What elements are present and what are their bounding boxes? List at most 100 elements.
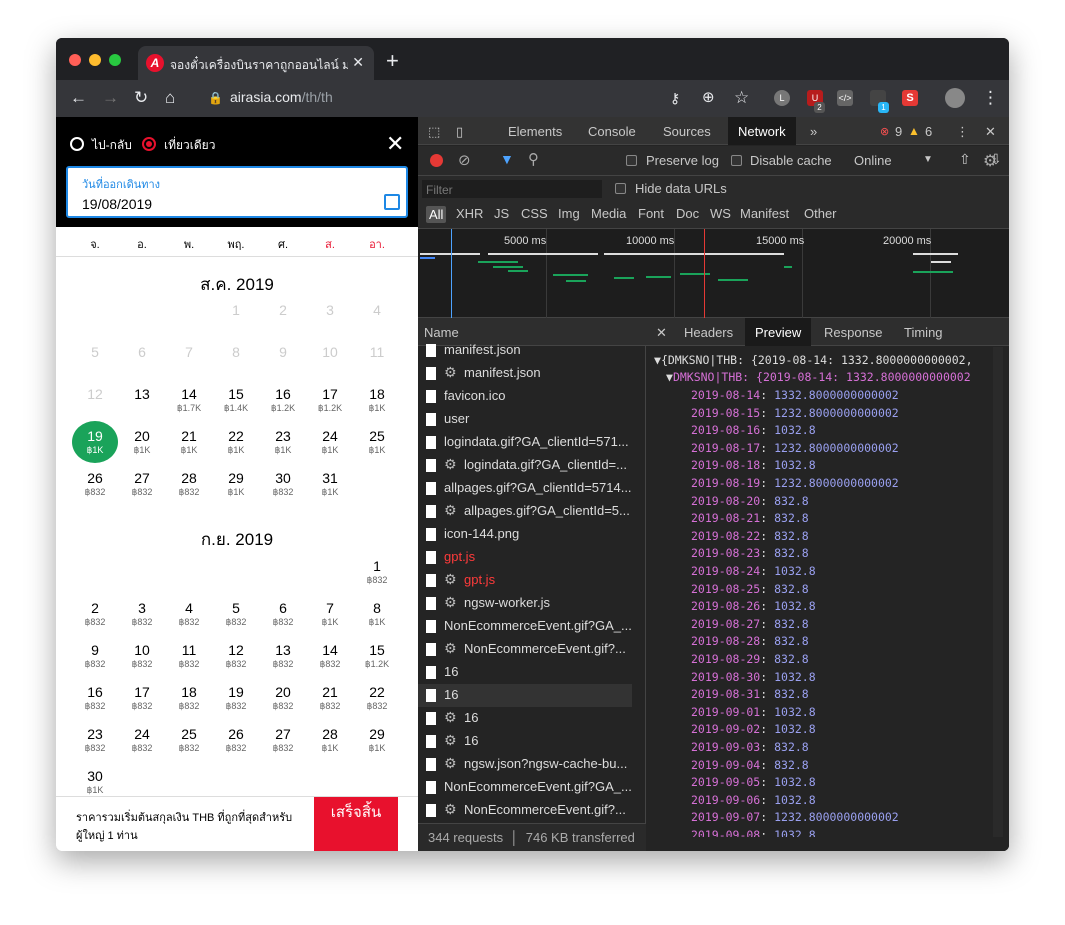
calendar-day[interactable]: 14 ฿832 [307,642,353,670]
home-icon[interactable]: ⌂ [165,88,175,108]
calendar-day[interactable]: 13 [119,386,165,403]
calendar-day[interactable]: 17 ฿1.2K [307,386,353,414]
request-row[interactable]: ⚙ allpages.gif?GA_clientId=5... [418,500,632,523]
settings-gear-icon[interactable]: ⚙ [983,151,997,171]
tab-response[interactable]: Response [824,325,883,340]
filter-type-doc[interactable]: Doc [676,206,699,221]
browser-tab[interactable]: A จองตั๋วเครื่องบินราคาถูกออนไลน์ มา ✕ [138,46,374,80]
device-toolbar-icon[interactable]: ▯ [456,124,463,140]
lock-icon[interactable]: 🔒 [208,91,223,105]
calendar-day[interactable]: 29 ฿1K [213,470,259,498]
search-icon[interactable]: ⚲ [528,150,539,168]
calendar-day[interactable]: 30 ฿1K [72,768,118,796]
calendar-day[interactable]: 2 ฿832 [72,600,118,628]
tab-sources[interactable]: Sources [663,124,711,139]
back-arrow-icon[interactable]: ← [70,88,87,108]
expand-triangle-icon[interactable]: ▼ [666,370,673,384]
request-row[interactable]: ⚙ 16 [418,707,632,730]
request-row[interactable]: ⚙ NonEcommerceEvent.gif?... [418,799,632,822]
calendar-day[interactable]: 10 ฿832 [119,642,165,670]
request-row[interactable]: ⚙ 16 [418,730,632,753]
request-row[interactable]: ⚙ manifest.json [418,362,632,385]
request-row[interactable]: NonEcommerceEvent.gif?GA_... [418,776,632,799]
calendar-day[interactable]: 15 ฿1.2K [354,642,400,670]
calendar-day[interactable]: 9 ฿832 [72,642,118,670]
star-icon[interactable]: ☆ [734,88,749,108]
calendar-day[interactable]: 4 ฿832 [166,600,212,628]
filter-type-font[interactable]: Font [638,206,664,221]
code-extension-icon[interactable]: </> [837,90,853,106]
calendar-day[interactable]: 31 ฿1K [307,470,353,498]
devtools-menu-icon[interactable]: ⋮ [956,124,969,140]
s-extension-icon[interactable]: S [902,90,918,106]
new-tab-button[interactable]: + [386,48,399,74]
request-row[interactable]: allpages.gif?GA_clientId=5714... [418,477,632,500]
calendar-day[interactable]: 21 ฿1K [166,428,212,456]
calendar-day[interactable]: 26 ฿832 [213,726,259,754]
address-bar[interactable]: airasia.com/th/th [230,89,333,105]
calendar-day[interactable]: 23 ฿832 [72,726,118,754]
request-row[interactable]: 16 [418,684,632,707]
filter-type-img[interactable]: Img [558,206,580,221]
calendar-day[interactable]: 16 ฿1.2K [260,386,306,414]
filter-type-manifest[interactable]: Manifest [740,206,789,221]
json-root-line[interactable]: ▼{DMKSNO|THB: {2019-08-14: 1332.80000000… [654,353,973,367]
request-row[interactable]: ⚙ NonEcommerceEvent.gif?... [418,638,632,661]
close-window-button[interactable] [69,54,81,66]
calendar-day[interactable]: 19 ฿832 [213,684,259,712]
calendar-day[interactable]: 25 ฿1K [354,428,400,456]
tab-headers[interactable]: Headers [684,325,733,340]
calendar-day[interactable]: 28 ฿832 [166,470,212,498]
close-detail-icon[interactable]: ✕ [656,325,667,341]
calendar-day[interactable]: 30 ฿832 [260,470,306,498]
filter-input[interactable]: Filter [422,180,602,198]
throttle-select[interactable]: Online [854,153,892,168]
done-button[interactable]: เสร็จสิ้น [314,797,398,851]
calendar-day[interactable]: 8 ฿1K [354,600,400,628]
tab-elements[interactable]: Elements [508,124,562,139]
request-row[interactable]: ⚙ logindata.gif?GA_clientId=... [418,454,632,477]
request-row[interactable]: NonEcommerceEvent.gif?GA_... [418,615,632,638]
filter-type-media[interactable]: Media [591,206,626,221]
throttle-chevron-icon[interactable]: ▼ [923,154,933,165]
calendar-day[interactable]: 6 ฿832 [260,600,306,628]
calendar-day[interactable]: 7 ฿1K [307,600,353,628]
departure-date-field[interactable]: วันที่ออกเดินทาง 19/08/2019 [66,166,408,218]
request-row[interactable]: 16 [418,661,632,684]
forward-arrow-icon[interactable]: → [102,88,119,108]
hide-data-urls-checkbox[interactable] [615,183,626,194]
record-icon[interactable] [430,154,443,167]
oneway-radio[interactable] [142,137,156,151]
maximize-window-button[interactable] [109,54,121,66]
calendar-day[interactable]: 12 ฿832 [213,642,259,670]
tab-timing[interactable]: Timing [904,325,943,340]
calendar-day[interactable]: 11 ฿832 [166,642,212,670]
calendar-day[interactable]: 28 ฿1K [307,726,353,754]
line-extension-icon[interactable]: L [774,90,790,106]
calendar-day[interactable]: 23 ฿1K [260,428,306,456]
tab-close-icon[interactable]: ✕ [352,54,364,71]
profile-avatar[interactable] [945,88,965,108]
menu-icon[interactable]: ⋮ [982,88,999,108]
calendar-day[interactable]: 25 ฿832 [166,726,212,754]
minimize-window-button[interactable] [89,54,101,66]
filter-type-js[interactable]: JS [494,206,509,221]
calendar-day[interactable]: 14 ฿1.7K [166,386,212,414]
filter-type-ws[interactable]: WS [710,206,731,221]
json-child-line[interactable]: ▼DMKSNO|THB: {2019-08-14: 1332.800000000… [666,370,971,384]
request-row[interactable]: manifest.json [418,339,632,362]
filter-type-all[interactable]: All [426,206,447,223]
calendar-day[interactable]: 27 ฿832 [119,470,165,498]
calendar-day[interactable]: 13 ฿832 [260,642,306,670]
filter-icon[interactable]: ▼ [500,151,514,167]
preserve-log-checkbox[interactable] [626,155,637,166]
calendar-day[interactable]: 20 ฿1K [119,428,165,456]
filter-type-other[interactable]: Other [804,206,837,221]
calendar-day[interactable]: 18 ฿1K [354,386,400,414]
zoom-icon[interactable]: ⊕ [702,88,715,106]
calendar-day[interactable]: 29 ฿1K [354,726,400,754]
close-icon[interactable]: ✕ [386,131,404,157]
calendar-day[interactable]: 21 ฿832 [307,684,353,712]
warning-count[interactable]: 6 [925,124,932,139]
calendar-day[interactable]: 22 ฿1K [213,428,259,456]
